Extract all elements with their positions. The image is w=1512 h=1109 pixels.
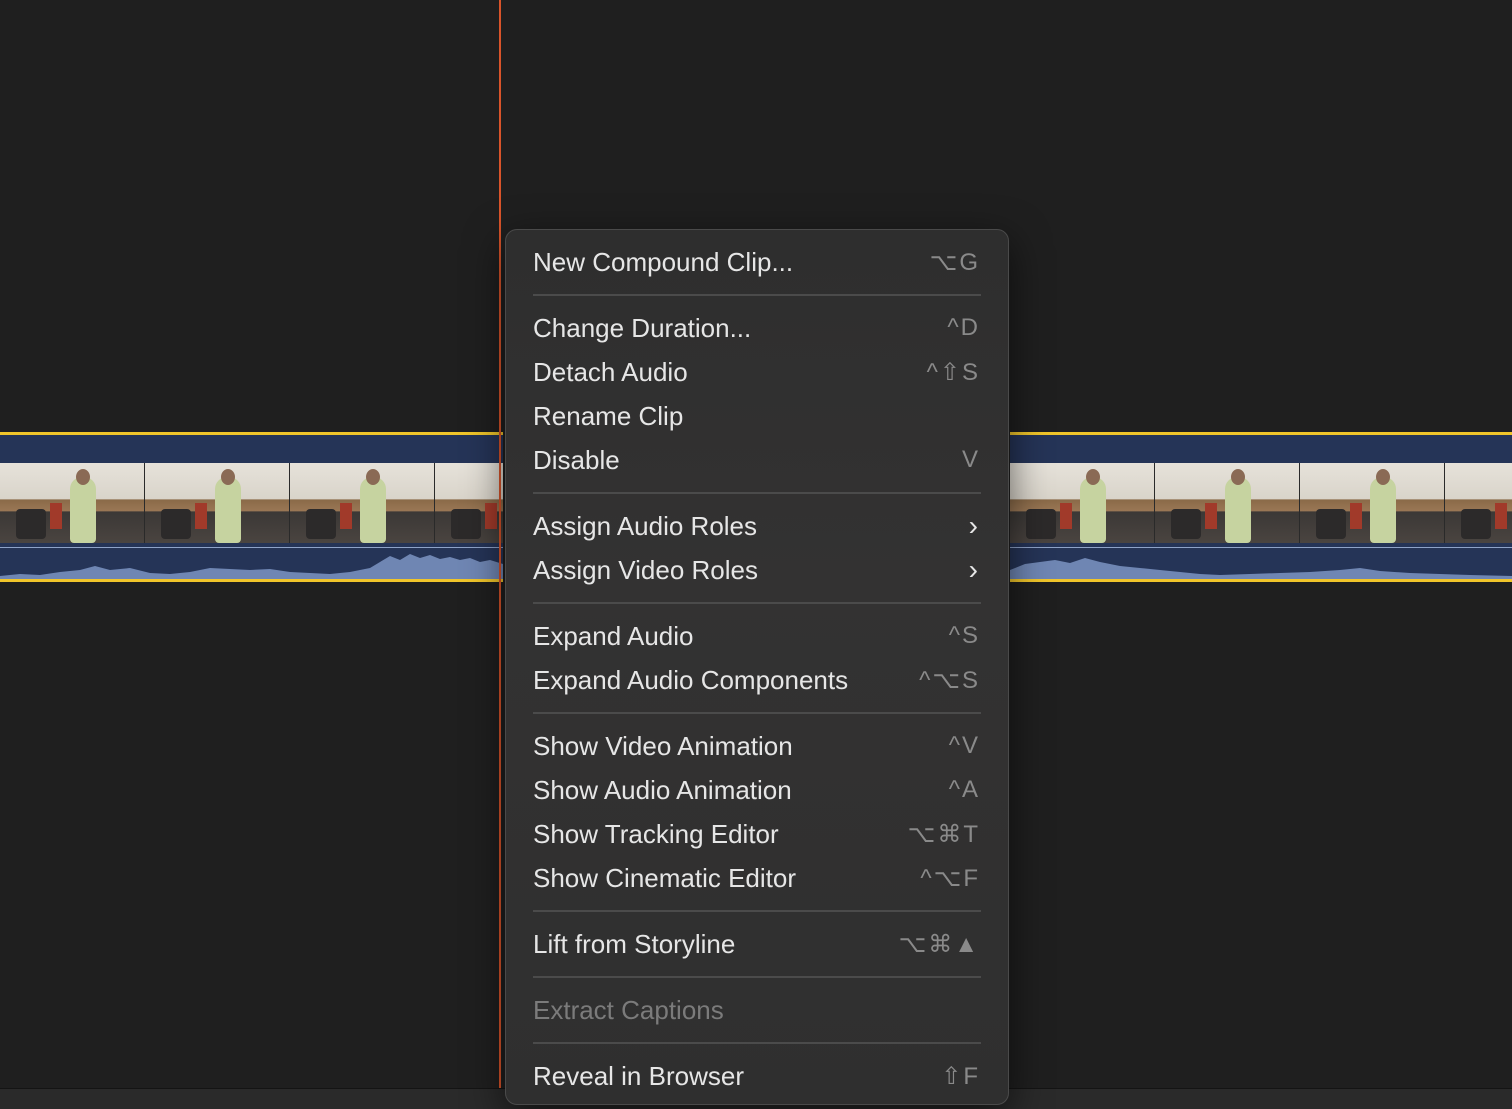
clip-thumbnail [1155, 463, 1300, 543]
clip-header [0, 435, 503, 463]
clip-thumbnail [145, 463, 290, 543]
menu-item-label: Show Audio Animation [533, 774, 792, 805]
clip-thumbnail [0, 463, 145, 543]
menu-item-label: Change Duration... [533, 312, 752, 343]
menu-item-shortcut: V [961, 446, 980, 473]
audio-waveform [1010, 547, 1512, 579]
menu-item-label: New Compound Clip... [533, 246, 794, 277]
menu-item-expand-audio-components[interactable]: Expand Audio Components ^⌥S [533, 658, 980, 702]
menu-item-detach-audio[interactable]: Detach Audio ^⇧S [533, 350, 980, 394]
menu-item-label: Show Tracking Editor [533, 818, 779, 849]
menu-item-shortcut: ^⇧S [926, 358, 980, 386]
menu-item-label: Assign Video Roles [533, 554, 758, 585]
menu-item-show-tracking-editor[interactable]: Show Tracking Editor ⌥⌘T [533, 812, 980, 856]
menu-item-assign-audio-roles[interactable]: Assign Audio Roles › [533, 504, 980, 548]
menu-item-assign-video-roles[interactable]: Assign Video Roles › [533, 548, 980, 592]
clip-filmstrip [0, 463, 503, 543]
menu-item-label: Assign Audio Roles [533, 510, 758, 541]
menu-item-disable[interactable]: Disable V [533, 438, 980, 482]
menu-item-shortcut: ^S [948, 622, 980, 649]
timeline-clip-left[interactable] [0, 432, 503, 582]
menu-item-shortcut: ^⌥S [919, 666, 980, 694]
menu-separator [533, 1042, 981, 1044]
menu-item-extract-captions: Extract Captions [533, 988, 980, 1032]
menu-item-shortcut: ^⌥F [920, 864, 980, 892]
menu-item-show-cinematic-editor[interactable]: Show Cinematic Editor ^⌥F [533, 856, 980, 900]
clip-thumbnail [1010, 463, 1155, 543]
menu-separator [533, 712, 981, 714]
audio-waveform [0, 547, 503, 579]
menu-item-lift-from-storyline[interactable]: Lift from Storyline ⌥⌘▲ [533, 922, 980, 966]
chevron-right-icon: › [968, 510, 978, 541]
menu-item-label: Lift from Storyline [533, 928, 736, 959]
menu-item-expand-audio[interactable]: Expand Audio ^S [533, 614, 980, 658]
menu-item-label: Show Cinematic Editor [533, 862, 796, 893]
menu-item-shortcut: ^V [948, 732, 980, 759]
menu-item-shortcut: ⌥⌘▲ [898, 930, 980, 958]
clip-thumbnail [290, 463, 435, 543]
menu-item-show-audio-animation[interactable]: Show Audio Animation ^A [533, 768, 980, 812]
playhead[interactable] [499, 0, 501, 1088]
clip-thumbnail [435, 463, 503, 543]
menu-item-shortcut: ⌥⌘T [907, 820, 980, 848]
chevron-right-icon: › [968, 554, 978, 585]
menu-item-show-video-animation[interactable]: Show Video Animation ^V [533, 724, 980, 768]
menu-separator [533, 910, 981, 912]
menu-separator [533, 602, 981, 604]
clip-context-menu: New Compound Clip... ⌥G Change Duration...… [505, 229, 1009, 1105]
menu-item-label: Expand Audio Components [533, 664, 849, 695]
menu-item-label: Rename Clip [533, 400, 684, 431]
menu-item-label: Extract Captions [533, 994, 724, 1025]
menu-item-label: Expand Audio [533, 620, 694, 651]
clip-header [1010, 435, 1512, 463]
menu-separator [533, 294, 981, 296]
menu-item-label: Show Video Animation [533, 730, 793, 761]
menu-separator [533, 492, 981, 494]
menu-item-label: Disable [533, 444, 620, 475]
clip-filmstrip [1010, 463, 1512, 543]
menu-item-shortcut: ^D [947, 314, 980, 341]
menu-item-shortcut: ⇧F [941, 1062, 980, 1090]
menu-item-new-compound-clip[interactable]: New Compound Clip... ⌥G [533, 240, 980, 284]
menu-separator [533, 976, 981, 978]
menu-item-shortcut: ⌥G [929, 248, 980, 276]
menu-item-rename-clip[interactable]: Rename Clip [533, 394, 980, 438]
menu-item-label: Reveal in Browser [533, 1060, 744, 1091]
menu-item-change-duration[interactable]: Change Duration... ^D [533, 306, 980, 350]
clip-thumbnail [1300, 463, 1445, 543]
menu-item-label: Detach Audio [533, 356, 688, 387]
menu-item-reveal-in-browser[interactable]: Reveal in Browser ⇧F [533, 1054, 980, 1098]
timeline-clip-right[interactable] [1010, 432, 1512, 582]
menu-item-shortcut: ^A [948, 776, 980, 803]
clip-thumbnail [1445, 463, 1512, 543]
